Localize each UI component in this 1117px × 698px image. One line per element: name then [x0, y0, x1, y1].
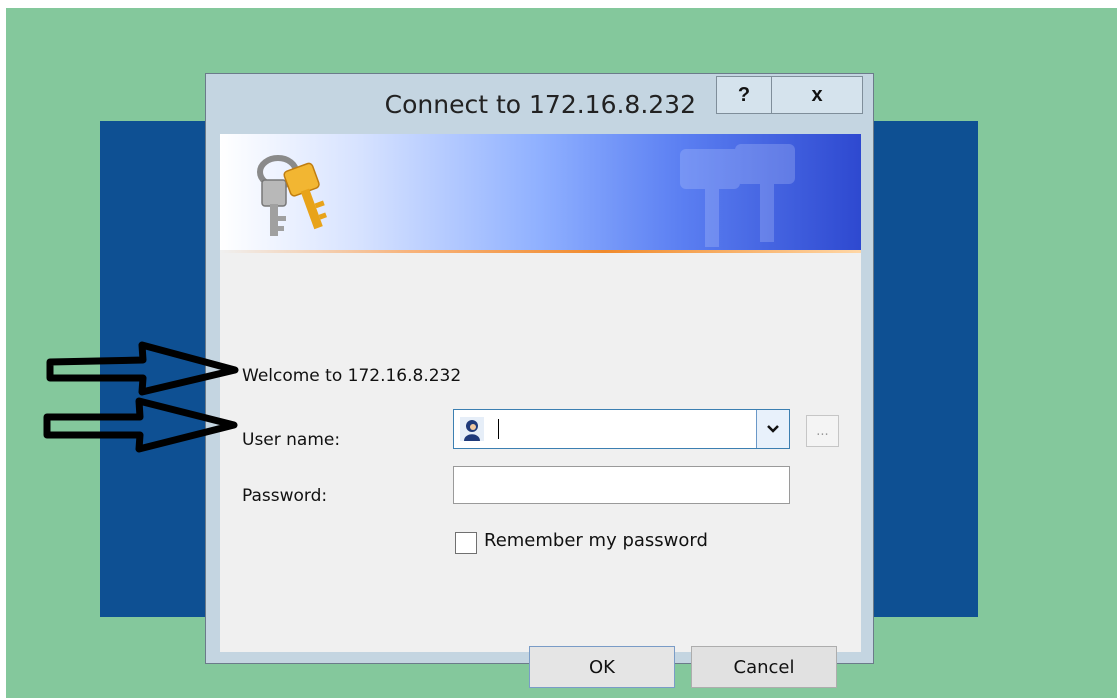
banner	[220, 134, 861, 253]
remember-password-checkbox[interactable]	[455, 532, 477, 554]
arrow-to-password	[43, 397, 238, 453]
arrow-to-user-name	[46, 341, 239, 396]
welcome-text: Welcome to 172.16.8.232	[242, 366, 462, 386]
password-label: Password:	[242, 486, 328, 506]
user-dropdown-button[interactable]	[756, 410, 789, 448]
cancel-button[interactable]: Cancel	[691, 646, 837, 688]
connect-dialog: Connect to 172.16.8.232 ? x Welcome to 1…	[205, 73, 874, 688]
text-cursor	[498, 419, 499, 439]
keys-icon	[257, 155, 327, 236]
help-button[interactable]: ?	[716, 76, 772, 114]
password-field[interactable]	[453, 466, 790, 504]
dialog-client-area: Welcome to 172.16.8.232 User name: Passw…	[220, 134, 861, 688]
browse-users-button[interactable]: ...	[806, 415, 839, 447]
user-name-combobox[interactable]	[453, 409, 790, 449]
user-name-label: User name:	[242, 430, 341, 450]
chevron-down-icon	[767, 425, 779, 433]
user-icon	[460, 417, 484, 441]
remember-password-label[interactable]: Remember my password	[484, 530, 708, 551]
keys-watermark-icon	[680, 144, 795, 247]
ok-button[interactable]: OK	[529, 646, 675, 688]
dialog-title: Connect to 172.16.8.232	[384, 90, 696, 119]
banner-accent-line	[220, 250, 861, 253]
close-button[interactable]: x	[771, 76, 863, 114]
